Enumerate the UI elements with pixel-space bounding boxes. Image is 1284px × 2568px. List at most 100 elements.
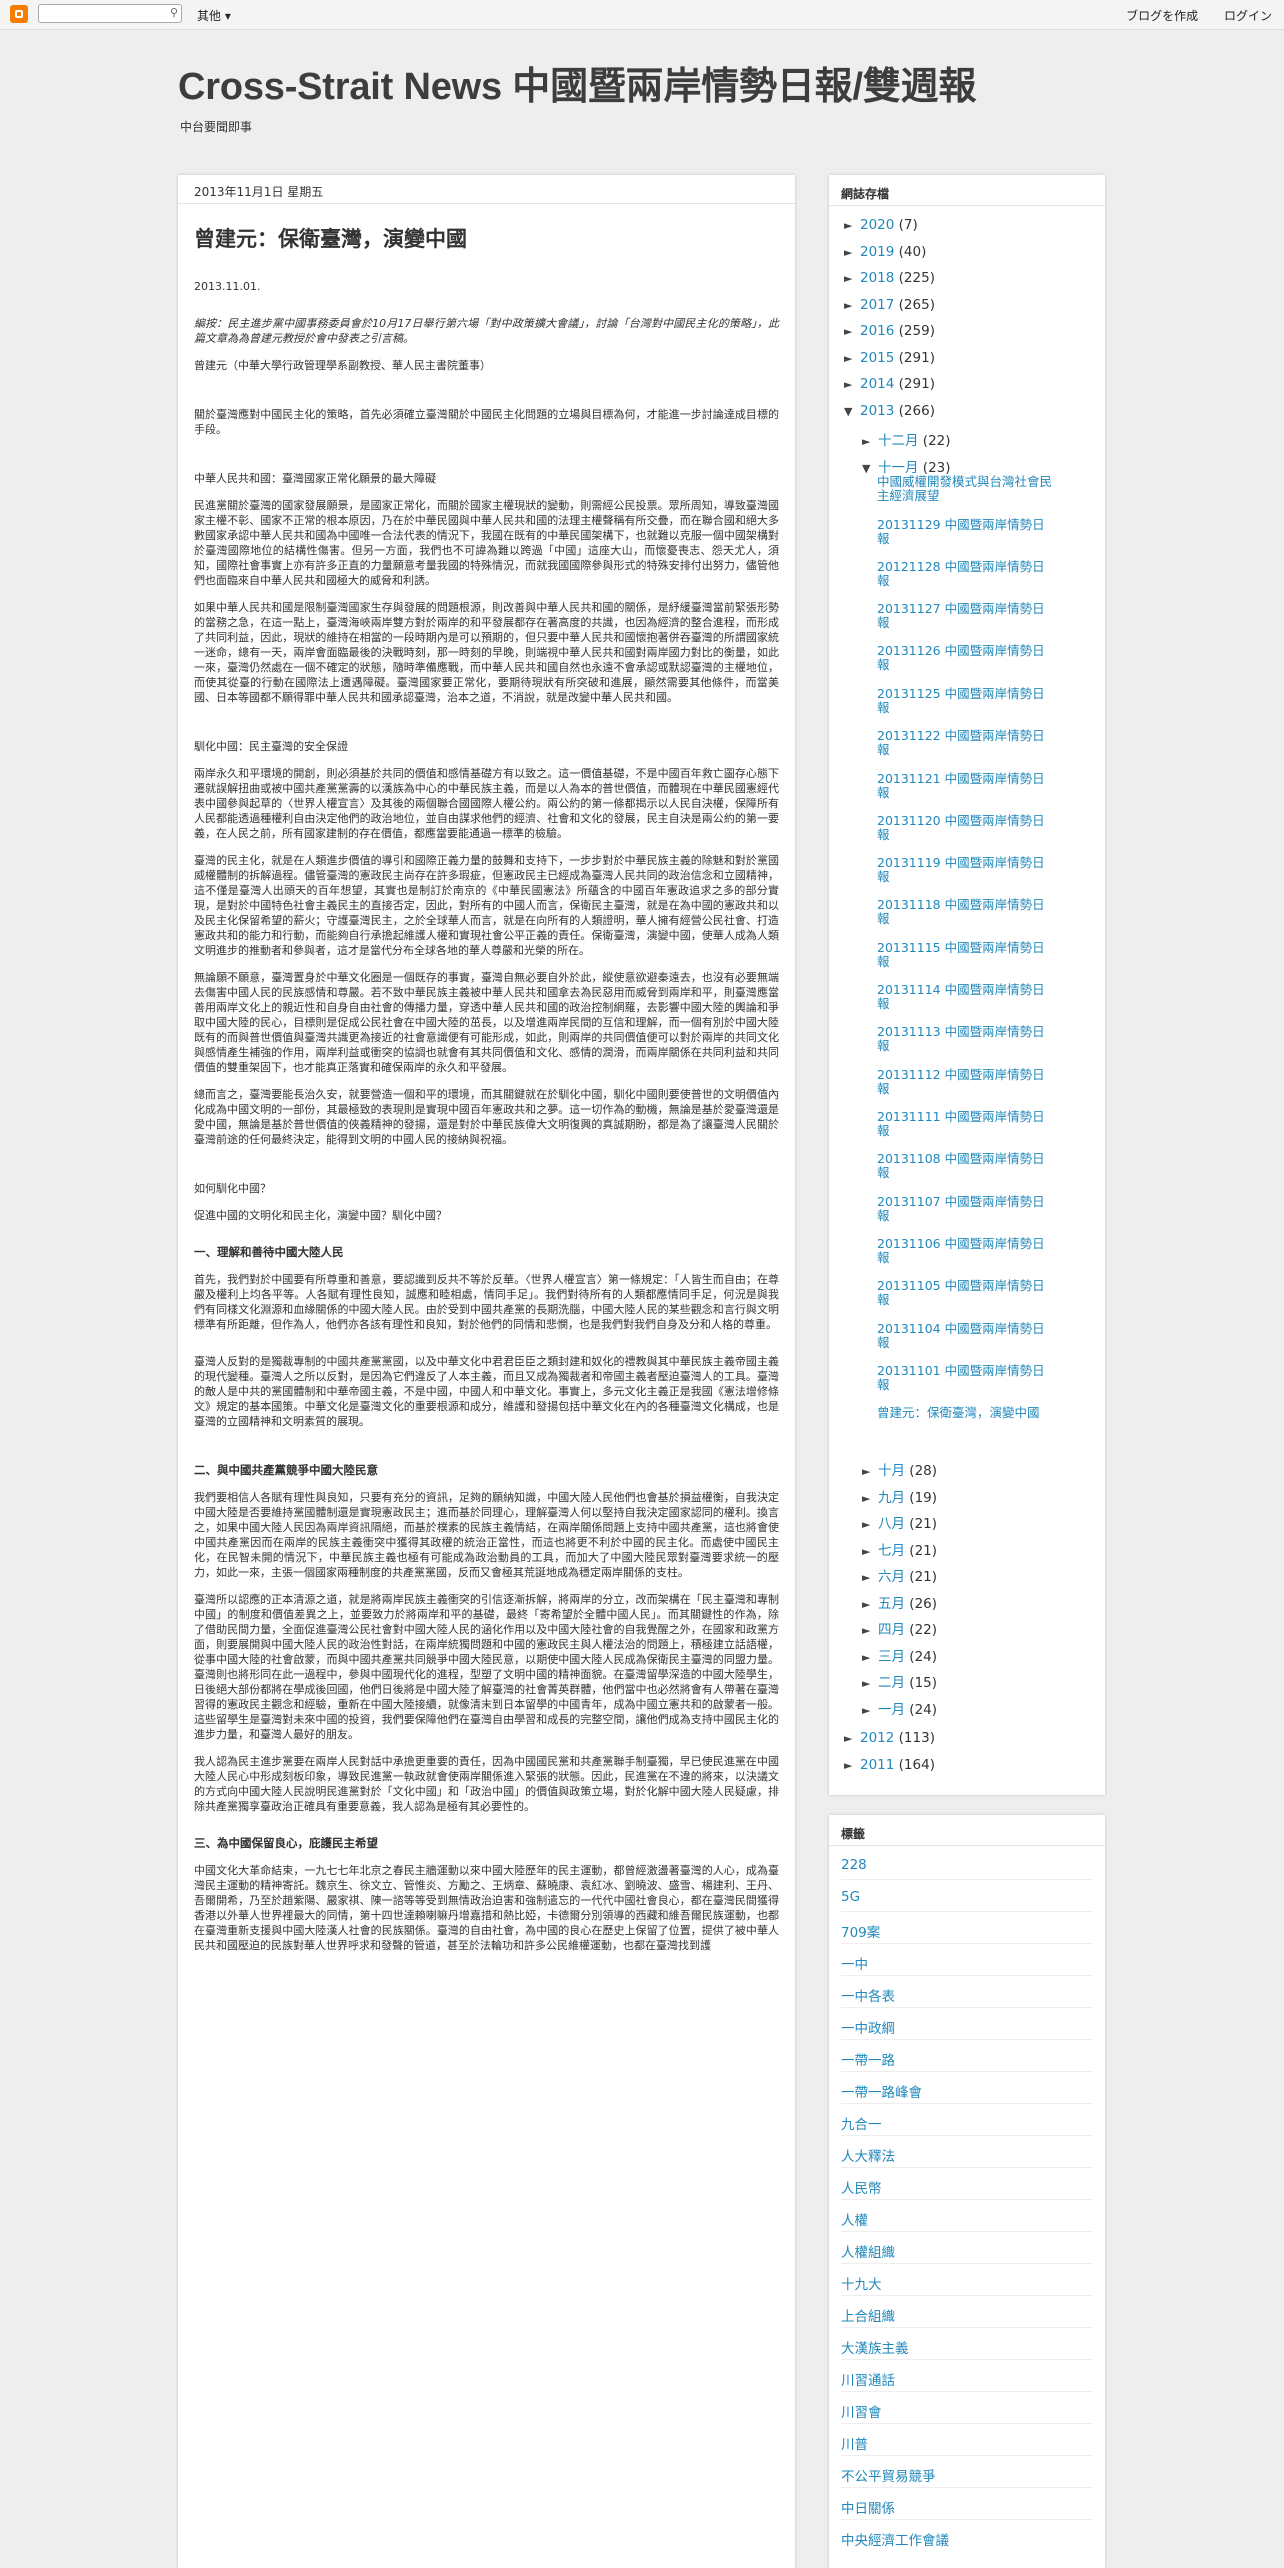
archive-year-2011[interactable]: ► 2011 (164) (844, 1757, 935, 1773)
label-link[interactable]: 十九大 (841, 2273, 882, 2293)
paragraph: 總而言之，臺灣要能長治久安，就要營造一個和平的環境，而其關鍵就在於馴化中國，馴化… (194, 1088, 779, 1146)
blogger-logo-icon[interactable] (10, 5, 28, 23)
triangle-right-icon[interactable]: ► (862, 1465, 878, 1478)
triangle-right-icon[interactable]: ► (862, 1518, 878, 1531)
archive-post-link[interactable]: 20131107 中國暨兩岸情勢日報 (877, 1195, 1057, 1223)
archive-post-link[interactable]: 20131106 中國暨兩岸情勢日報 (877, 1237, 1057, 1265)
triangle-right-icon[interactable]: ► (862, 435, 878, 448)
label-link[interactable]: 一中 (841, 1953, 868, 1973)
label-link[interactable]: 上合組織 (841, 2305, 895, 2325)
archive-month-jun[interactable]: ► 六月 (21) (862, 1565, 937, 1585)
triangle-right-icon[interactable]: ► (862, 1677, 878, 1690)
triangle-right-icon[interactable]: ► (844, 352, 860, 365)
archive-year-2018[interactable]: ► 2018 (225) (844, 270, 935, 286)
triangle-right-icon[interactable]: ► (862, 1571, 878, 1584)
create-blog-link[interactable]: ブログを作成 (1126, 9, 1198, 23)
archive-month-oct[interactable]: ► 十月 (28) (862, 1459, 937, 1479)
archive-year-2020[interactable]: ► 2020 (7) (844, 217, 918, 233)
label-link[interactable]: 5G (841, 1889, 860, 1905)
triangle-right-icon[interactable]: ► (844, 246, 860, 259)
triangle-right-icon[interactable]: ► (844, 272, 860, 285)
archive-month-aug[interactable]: ► 八月 (21) (862, 1512, 937, 1532)
search-input[interactable]: ⚲ (38, 4, 182, 23)
post-title[interactable]: 曾建元：保衛臺灣，演變中國 (194, 223, 467, 253)
divider (841, 2167, 1093, 2168)
label-link[interactable]: 川習會 (841, 2401, 882, 2421)
archive-month-nov[interactable]: ▼ 十一月 (23) (862, 456, 951, 476)
triangle-right-icon[interactable]: ► (862, 1624, 878, 1637)
triangle-right-icon[interactable]: ► (862, 1598, 878, 1611)
archive-post-link[interactable]: 20131111 中國暨兩岸情勢日報 (877, 1110, 1057, 1138)
label-link[interactable]: 人權組織 (841, 2241, 895, 2261)
more-menu-button[interactable]: 其他 ▾ (197, 7, 231, 24)
label-link[interactable]: 人民幣 (841, 2177, 882, 2197)
archive-post-link[interactable]: 20131113 中國暨兩岸情勢日報 (877, 1025, 1057, 1053)
archive-month-jan[interactable]: ► 一月 (24) (862, 1698, 937, 1718)
login-link[interactable]: ログイン (1224, 9, 1272, 23)
triangle-right-icon[interactable]: ► (844, 1759, 860, 1772)
label-link[interactable]: 川普 (841, 2433, 868, 2453)
archive-post-link[interactable]: 曾建元：保衛臺灣，演變中國 (877, 1406, 1057, 1420)
archive-post-link[interactable]: 中國威權開發模式與台灣社會民主經濟展望 (877, 475, 1057, 503)
triangle-right-icon[interactable]: ► (862, 1492, 878, 1505)
archive-year-2014[interactable]: ► 2014 (291) (844, 376, 935, 392)
archive-post-link[interactable]: 20131121 中國暨兩岸情勢日報 (877, 772, 1057, 800)
triangle-down-icon[interactable]: ▼ (862, 462, 878, 475)
label-link[interactable]: 九合一 (841, 2113, 882, 2133)
archive-month-sep[interactable]: ► 九月 (19) (862, 1486, 937, 1506)
blog-title[interactable]: Cross-Strait News 中國暨兩岸情勢日報/雙週報 (178, 55, 976, 110)
triangle-right-icon[interactable]: ► (844, 378, 860, 391)
archive-year-2019[interactable]: ► 2019 (40) (844, 244, 926, 260)
label-link[interactable]: 人大釋法 (841, 2145, 895, 2165)
archive-post-link[interactable]: 20131119 中國暨兩岸情勢日報 (877, 856, 1057, 884)
archive-post-link[interactable]: 20131118 中國暨兩岸情勢日報 (877, 898, 1057, 926)
archive-post-link[interactable]: 20131108 中國暨兩岸情勢日報 (877, 1152, 1057, 1180)
triangle-right-icon[interactable]: ► (844, 325, 860, 338)
archive-month-jul[interactable]: ► 七月 (21) (862, 1539, 937, 1559)
archive-year-2012[interactable]: ► 2012 (113) (844, 1730, 935, 1746)
label-link[interactable]: 一帶一路 (841, 2049, 895, 2069)
label-link[interactable]: 709案 (841, 1921, 880, 1941)
archive-post-link[interactable]: 20121128 中國暨兩岸情勢日報 (877, 560, 1057, 588)
triangle-right-icon[interactable]: ► (844, 219, 860, 232)
archive-post-link[interactable]: 20131125 中國暨兩岸情勢日報 (877, 687, 1057, 715)
archive-post-link[interactable]: 20131114 中國暨兩岸情勢日報 (877, 983, 1057, 1011)
label-link[interactable]: 大漢族主義 (841, 2337, 909, 2357)
label-link[interactable]: 中日關係 (841, 2497, 895, 2517)
archive-month-may[interactable]: ► 五月 (26) (862, 1592, 937, 1612)
triangle-right-icon[interactable]: ► (844, 1732, 860, 1745)
label-link[interactable]: 川習通話 (841, 2369, 895, 2389)
archive-post-link[interactable]: 20131126 中國暨兩岸情勢日報 (877, 644, 1057, 672)
archive-post-link[interactable]: 20131104 中國暨兩岸情勢日報 (877, 1322, 1057, 1350)
triangle-right-icon[interactable]: ► (862, 1651, 878, 1664)
archive-post-link[interactable]: 20131127 中國暨兩岸情勢日報 (877, 602, 1057, 630)
label-link[interactable]: 一帶一路峰會 (841, 2081, 922, 2101)
triangle-right-icon[interactable]: ► (844, 299, 860, 312)
label-link[interactable]: 228 (841, 1857, 867, 1873)
label-link[interactable]: 中央經濟工作會議 (841, 2529, 949, 2549)
archive-year-2015[interactable]: ► 2015 (291) (844, 350, 935, 366)
archive-post-link[interactable]: 20131122 中國暨兩岸情勢日報 (877, 729, 1057, 757)
archive-month-dec[interactable]: ► 十二月 (22) (862, 429, 951, 449)
triangle-right-icon[interactable]: ► (862, 1545, 878, 1558)
archive-post-link[interactable]: 20131101 中國暨兩岸情勢日報 (877, 1364, 1057, 1392)
archive-month-mar[interactable]: ► 三月 (24) (862, 1645, 937, 1665)
label-link[interactable]: 人權 (841, 2209, 868, 2229)
post-date-header: 2013年11月1日 星期五 (194, 185, 324, 199)
label-link[interactable]: 一中各表 (841, 1985, 895, 2005)
label-link[interactable]: 不公平貿易競爭 (841, 2465, 936, 2485)
archive-month-feb[interactable]: ► 二月 (15) (862, 1671, 937, 1691)
archive-post-link[interactable]: 20131115 中國暨兩岸情勢日報 (877, 941, 1057, 969)
triangle-right-icon[interactable]: ► (862, 1704, 878, 1717)
archive-year-2017[interactable]: ► 2017 (265) (844, 297, 935, 313)
archive-post-link[interactable]: 20131105 中國暨兩岸情勢日報 (877, 1279, 1057, 1307)
archive-post-link[interactable]: 20131120 中國暨兩岸情勢日報 (877, 814, 1057, 842)
archive-post-link[interactable]: 20131112 中國暨兩岸情勢日報 (877, 1068, 1057, 1096)
triangle-down-icon[interactable]: ▼ (844, 405, 860, 418)
label-link[interactable]: 一中政綱 (841, 2017, 895, 2037)
archive-month-apr[interactable]: ► 四月 (22) (862, 1618, 937, 1638)
archive-year-2016[interactable]: ► 2016 (259) (844, 323, 935, 339)
archive-year-2013[interactable]: ▼ 2013 (266) (844, 403, 935, 419)
search-icon[interactable]: ⚲ (170, 6, 178, 19)
archive-post-link[interactable]: 20131129 中國暨兩岸情勢日報 (877, 518, 1057, 546)
